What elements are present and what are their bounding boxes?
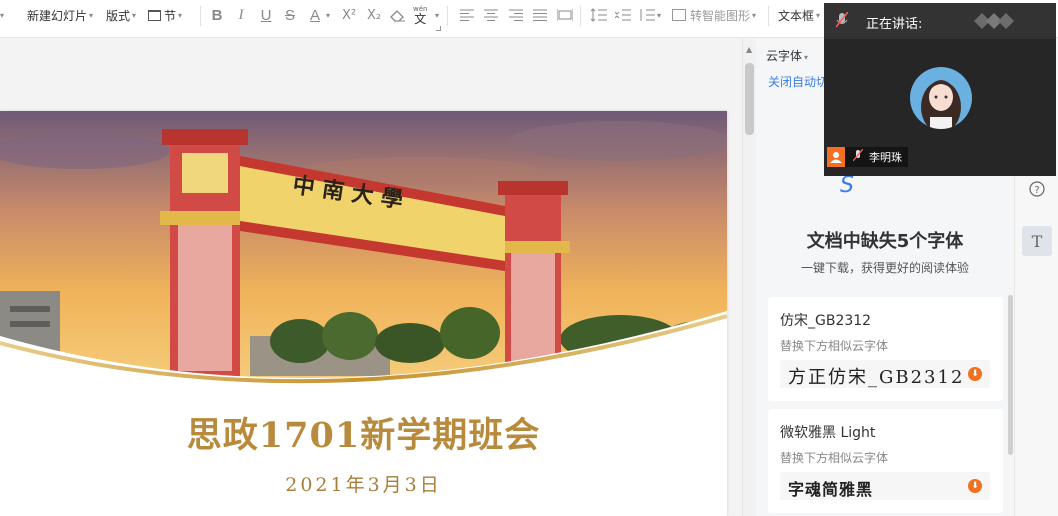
justify-icon[interactable] [531,3,549,27]
slide[interactable]: 中 南 大 學 思政1701新学期班会 2021年3月3日 [0,111,727,516]
participant-name: 李明珠 [869,151,902,164]
layout-button[interactable]: 版式 ▾ [106,3,136,27]
distribute-icon[interactable] [556,3,574,27]
align-left-icon[interactable] [458,3,476,27]
redacted-speaker-name [974,13,1014,29]
section-button[interactable]: 节 ▾ [148,3,182,27]
indent-dropdown[interactable]: ▾ [655,3,661,27]
line-spacing-icon[interactable] [590,3,608,27]
font-card[interactable]: 微软雅黑 Light 替换下方相似云字体 字魂简雅黑 ⬇ [768,409,1003,513]
download-icon[interactable]: ⬇ [968,367,982,381]
replacement-font-sample: 方正仿宋_GB2312 [788,367,965,388]
toolbar-divider [200,6,201,26]
eraser-icon[interactable] [389,3,407,27]
toolbar-divider [447,6,448,26]
align-center-icon[interactable] [482,3,500,27]
font-card[interactable]: 仿宋_GB2312 替换下方相似云字体 方正仿宋_GB2312 ⬇ [768,297,1003,401]
phonetic-dropdown[interactable]: ▾ [433,3,439,27]
new-slide-label: 新建幻灯片 [27,8,88,23]
subscript-button[interactable]: X₂ [363,3,385,27]
font-color-button[interactable]: A [306,3,324,27]
scrollbar-thumb[interactable] [745,63,754,135]
video-meeting-window[interactable]: 正在讲话: 李明珠 [824,3,1056,176]
cloud-font-logo: S [840,173,854,198]
campus-gate-photo: 中 南 大 學 [0,111,727,391]
cloud-font-label: 云字体 [766,49,803,63]
replacement-font-sample: 字魂简雅黑 [788,480,874,499]
smart-graphic-icon [672,9,686,21]
replace-hint: 替换下方相似云字体 [780,339,889,353]
meeting-header: 正在讲话: [824,3,1056,39]
superscript-button[interactable]: X² [338,3,360,27]
font-tool-icon[interactable]: T [1022,226,1052,256]
indent-icon[interactable] [638,3,656,27]
align-right-icon[interactable] [507,3,525,27]
smart-graphic-label: 转智能图形 [690,8,751,23]
replacement-font-option[interactable]: 方正仿宋_GB2312 ⬇ [780,360,990,388]
textbox-button[interactable]: 文本框 ▾ [778,3,820,27]
participant-avatar[interactable] [910,67,972,129]
paragraph-spacing-icon[interactable] [614,3,632,27]
replace-hint: 替换下方相似云字体 [780,451,889,465]
scroll-up-icon[interactable]: ▲ [746,45,752,54]
panel-scrollbar-thumb[interactable] [1008,295,1013,455]
speaking-label: 正在讲话: [866,17,923,32]
font-dialog-launcher[interactable] [436,26,441,31]
bold-button[interactable]: B [208,3,226,27]
missing-fonts-title: 文档中缺失5个字体 [806,231,964,252]
mic-muted-icon [852,148,864,165]
layout-label: 版式 [106,8,131,23]
section-label: 节 [164,8,177,23]
user-icon [827,147,845,167]
participant-name-bar: 李明珠 [827,147,908,167]
close-auto-switch-link[interactable]: 关闭自动切 [768,73,828,90]
slide-date[interactable]: 2021年3月3日 [0,470,727,497]
toolbar-divider [768,6,769,26]
toolbar-divider [580,6,581,26]
font-color-dropdown[interactable]: ▾ [324,3,330,27]
missing-font-name: 仿宋_GB2312 [780,313,872,329]
section-icon [148,9,161,21]
phonetic-guide-button[interactable]: wén 文 [413,3,427,27]
new-slide-button[interactable]: 新建幻灯片 ▾ [27,3,93,27]
download-icon[interactable]: ⬇ [968,479,982,493]
svg-text:?: ? [1034,185,1039,196]
missing-fonts-subtitle: 一键下载，获得更好的阅读体验 [800,261,969,275]
textbox-label: 文本框 [778,8,815,23]
smart-graphic-button[interactable]: 转智能图形 ▾ [672,3,756,27]
replacement-font-option[interactable]: 字魂简雅黑 ⬇ [780,472,990,500]
slide-canvas[interactable]: 中 南 大 學 思政1701新学期班会 2021年3月3日 [0,39,742,516]
help-icon[interactable]: ? [1022,174,1052,204]
cloud-font-dropdown[interactable]: 云字体 ▾ [766,47,808,64]
strikethrough-button[interactable]: S [281,3,299,27]
vertical-scrollbar[interactable]: ▲ [742,39,756,516]
slide-title[interactable]: 思政1701新学期班会 [0,407,727,458]
italic-button[interactable]: I [232,3,250,27]
mic-muted-icon[interactable] [835,11,849,32]
underline-button[interactable]: U [257,3,275,27]
missing-font-name: 微软雅黑 Light [780,425,876,441]
collapse-arrow[interactable]: ▾ [0,3,4,27]
